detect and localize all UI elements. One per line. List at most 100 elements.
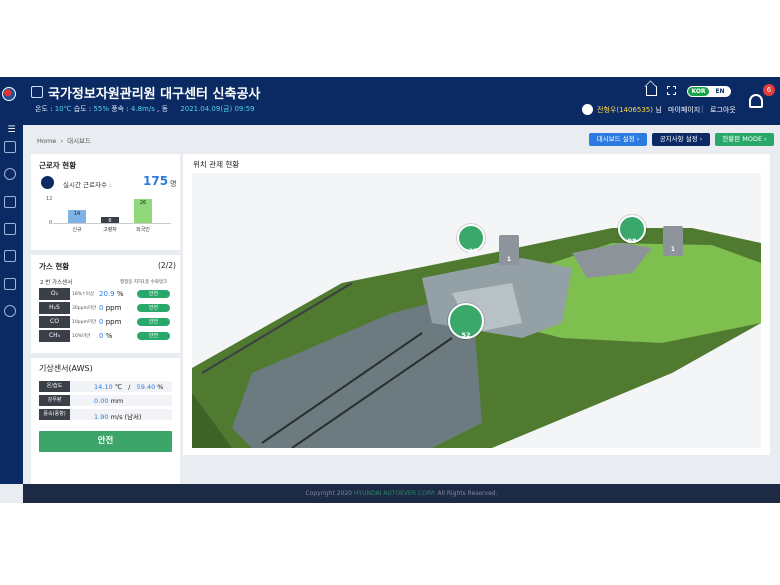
copyright-brand: HYUNDAI AUTOEVER CORP. bbox=[353, 490, 436, 497]
chevron-right-icon: › bbox=[58, 137, 68, 145]
gas-value: 0 % bbox=[99, 332, 113, 340]
aws-temp: 14.10 bbox=[94, 383, 113, 391]
gas-threshold: 18%↑이상 bbox=[72, 292, 95, 297]
menu-toggle-icon[interactable]: ☰ bbox=[3, 125, 20, 135]
people-icon[interactable] bbox=[4, 168, 16, 180]
aws-wind-row: 풍속(풍향) 1.90 m/s (남서) bbox=[39, 409, 172, 421]
lang-en-option[interactable]: EN bbox=[711, 87, 729, 96]
dashboard-settings-button[interactable]: 대시보드 설정 › bbox=[589, 133, 647, 146]
gas-name: CH₄ bbox=[39, 330, 70, 342]
gas-title: 가스 현황 bbox=[39, 262, 70, 271]
wind-direction: , 동 bbox=[157, 105, 169, 113]
location-icon[interactable] bbox=[4, 196, 16, 208]
factory-icon[interactable] bbox=[4, 223, 16, 235]
worker-bar-label: 신규 bbox=[72, 227, 82, 233]
chart-baseline bbox=[53, 223, 171, 224]
worker-count: 23 bbox=[468, 247, 478, 255]
aws-humidity-unit: % bbox=[157, 383, 164, 391]
gas-status-badge: 안전 bbox=[137, 332, 170, 340]
aws-temp-humidity-row: 온/습도 14.10 ℃ / 59.40 % bbox=[39, 381, 172, 392]
worker-bar-label: 고령자 bbox=[103, 227, 117, 233]
government-emblem-logo bbox=[2, 87, 16, 101]
user-icon bbox=[582, 104, 593, 115]
home-icon[interactable] bbox=[646, 86, 657, 96]
aws-rain: 0.00 bbox=[94, 397, 109, 405]
gas-status-badge: 안전 bbox=[137, 304, 170, 312]
aws-wind: 1.90 bbox=[94, 413, 109, 421]
gas-sensor-name: 2 번 가스센서 bbox=[40, 280, 73, 286]
datetime: 2021.04.09(금) 09:59 bbox=[180, 105, 255, 113]
aws-title: 기상센서(AWS) bbox=[39, 364, 93, 373]
building-icon bbox=[31, 86, 43, 98]
gas-sensor-location: 행정동 지하1층 수화탱크 bbox=[120, 280, 168, 285]
bell-icon[interactable] bbox=[749, 94, 763, 108]
worker-bar: 6 bbox=[101, 217, 119, 224]
page-title: 국가정보자원관리원 대구센터 신축공사 bbox=[48, 87, 261, 102]
app-frame: 국가정보자원관리원 대구센터 신축공사 온도 : 10℃ 습도 : 55% 풍속… bbox=[0, 77, 780, 534]
user-suffix: 님 bbox=[652, 106, 662, 114]
sensor-count: 1 bbox=[670, 246, 676, 253]
breadcrumb-current: 대시보드 bbox=[67, 137, 92, 145]
gas-threshold: 30ppm미만 bbox=[72, 306, 97, 311]
aws-row-name: 온/습도 bbox=[39, 381, 70, 392]
site-3d-map[interactable]: 23 52 98 1 1 bbox=[192, 173, 761, 448]
workers-title: 근로자 현황 bbox=[39, 161, 77, 170]
mypage-link[interactable]: 마이페이지 bbox=[668, 105, 700, 115]
chart-icon[interactable] bbox=[4, 141, 16, 153]
copyright-suffix: All Rights Reserved. bbox=[435, 490, 498, 497]
tools-icon[interactable] bbox=[4, 278, 16, 290]
user-name-value: 전형우(1406535) bbox=[597, 106, 653, 114]
worker-bar-label: 외국인 bbox=[136, 227, 150, 233]
gear-icon[interactable] bbox=[4, 305, 16, 317]
gas-row: O₂ 18%↑이상 20.9 % 안전 bbox=[39, 288, 172, 300]
lang-kor-option[interactable]: KOR bbox=[688, 87, 709, 96]
map-panel: 위치 관제 현황 23 52 98 1 1 bbox=[183, 154, 770, 455]
gas-threshold: 10%미만 bbox=[72, 334, 91, 339]
realtime-workers-label: 실시간 근로자수 : bbox=[63, 181, 112, 189]
axis-max: 12 bbox=[46, 196, 53, 202]
gas-page-indicator[interactable]: (2/2) bbox=[158, 261, 176, 270]
breadcrumb-home[interactable]: Home bbox=[37, 137, 56, 145]
sidebar: ☰ bbox=[0, 125, 23, 484]
humidity-label: 습도 : bbox=[73, 105, 92, 113]
gas-row: CH₄ 10%미만 0 % 안전 bbox=[39, 330, 172, 342]
user-name: 전형우(1406535) 님 bbox=[597, 105, 662, 115]
realtime-workers-value: 175 bbox=[143, 174, 169, 188]
aws-rain-unit: mm bbox=[110, 397, 124, 405]
copyright: Copyright 2020 HYUNDAI AUTOEVER CORP. Al… bbox=[23, 490, 780, 497]
notification-badge: 6 bbox=[763, 84, 775, 96]
safety-status-button[interactable]: 안전 bbox=[39, 431, 172, 452]
worker-icon bbox=[41, 176, 54, 189]
wind-value: 4.8m/s bbox=[130, 105, 155, 113]
realtime-workers-unit: 명 bbox=[170, 180, 177, 188]
gas-row: H₂S 30ppm미만 0 ppm 안전 bbox=[39, 302, 172, 314]
copyright-prefix: Copyright 2020 bbox=[305, 490, 354, 497]
gas-name: H₂S bbox=[39, 302, 70, 314]
temp-value: 10℃ bbox=[54, 105, 72, 113]
language-toggle[interactable]: KOR EN bbox=[687, 86, 731, 97]
logout-link[interactable]: 로그아웃 bbox=[710, 105, 736, 115]
aws-temp-humidity-value: 14.10 ℃ / 59.40 % bbox=[94, 383, 163, 391]
worker-bar: 26 bbox=[134, 198, 152, 223]
aws-panel: 기상센서(AWS) 온/습도 14.10 ℃ / 59.40 % 강우량 0.0… bbox=[31, 358, 180, 534]
aws-rain-row: 강우량 0.00 mm bbox=[39, 395, 172, 406]
aws-row-name: 강우량 bbox=[39, 395, 70, 406]
fullscreen-icon[interactable] bbox=[667, 86, 676, 95]
aws-temp-unit: ℃ bbox=[114, 383, 122, 391]
gas-name: O₂ bbox=[39, 288, 70, 300]
gas-value: 20.9 % bbox=[99, 290, 124, 298]
status-mode-button[interactable]: 현황판 MODE › bbox=[715, 133, 774, 146]
gas-status-badge: 안전 bbox=[137, 318, 170, 326]
gas-panel: 가스 현황 (2/2) 2 번 가스센서 행정동 지하1층 수화탱크 O₂ 18%… bbox=[31, 255, 180, 353]
weather-info: 온도 : 10℃ 습도 : 55% 풍속 : 4.8m/s , 동 2021.0… bbox=[35, 104, 255, 114]
gas-name: CO bbox=[39, 316, 70, 328]
aws-slash: / bbox=[128, 383, 131, 391]
gas-status-badge: 안전 bbox=[137, 290, 170, 298]
aws-humidity: 59.40 bbox=[136, 383, 156, 391]
map-title: 위치 관제 현황 bbox=[193, 160, 240, 169]
crane-icon[interactable] bbox=[4, 250, 16, 262]
worker-count: 52 bbox=[461, 331, 471, 339]
aws-rain-value: 0.00 mm bbox=[94, 397, 123, 405]
notice-settings-button[interactable]: 공지사항 설정 › bbox=[652, 133, 710, 146]
sensor-count: 1 bbox=[506, 256, 512, 263]
